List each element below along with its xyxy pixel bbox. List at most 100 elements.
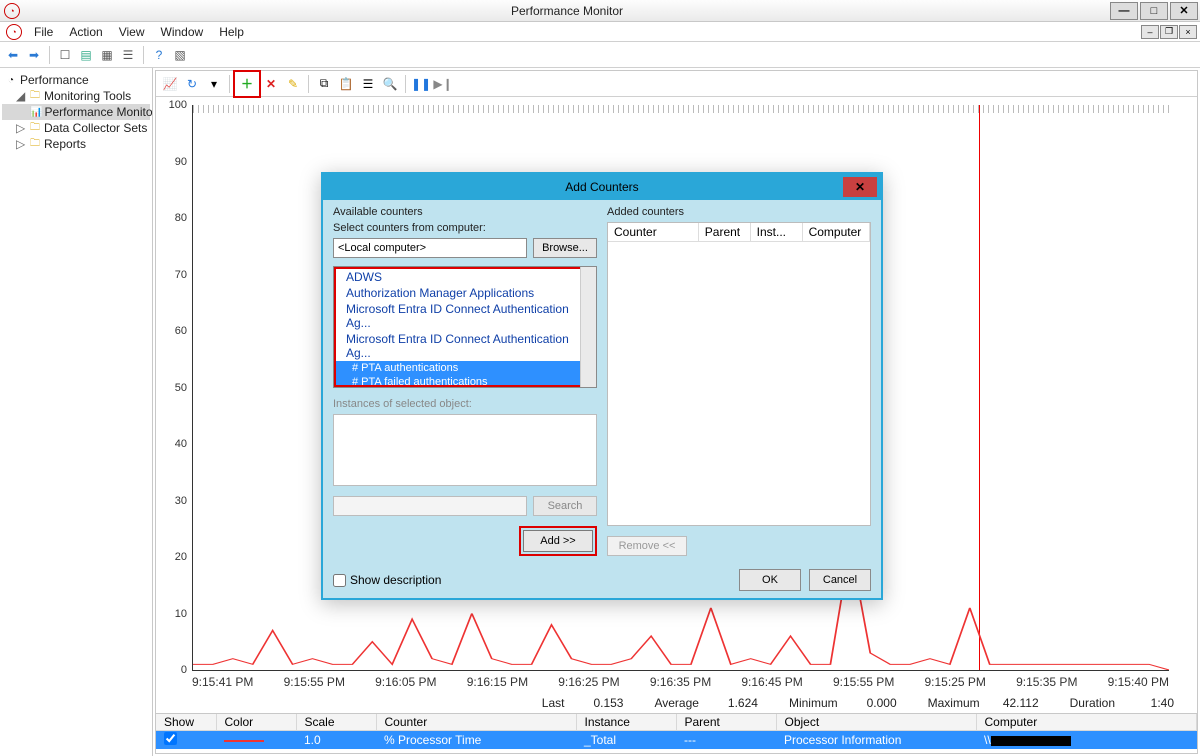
nav-back-button[interactable]: ⬅ xyxy=(4,46,22,64)
legend-counter: % Processor Time xyxy=(376,731,576,750)
added-counters-panel: Added counters Counter Parent Inst... Co… xyxy=(607,206,871,556)
tree-root-label: Performance xyxy=(20,73,89,87)
expand-icon: ▷ xyxy=(16,137,26,151)
view-histogram-button[interactable]: ↻ xyxy=(182,74,202,94)
add-button-highlight: Add >> xyxy=(519,526,597,556)
tree-data-collector-sets[interactable]: ▷🗀Data Collector Sets xyxy=(2,120,150,136)
window-close-button[interactable]: ✕ xyxy=(1170,2,1198,20)
view-report-button[interactable]: ▾ xyxy=(204,74,224,94)
copy-button[interactable]: ⧉ xyxy=(314,74,334,94)
update-button[interactable]: ▶❙ xyxy=(433,74,453,94)
menu-window[interactable]: Window xyxy=(153,23,212,41)
paste-button[interactable]: 📋 xyxy=(336,74,356,94)
counter-pta-auth[interactable]: # PTA authentications xyxy=(336,361,594,375)
chart-stats: Last0.153 Average1.624 Minimum0.000 Maxi… xyxy=(156,691,1197,713)
show-description-checkbox[interactable] xyxy=(333,574,346,587)
cancel-button[interactable]: Cancel xyxy=(809,569,871,591)
counter-cat-adws[interactable]: ADWS⌄ xyxy=(336,269,594,285)
export-button[interactable]: ▦ xyxy=(98,46,116,64)
stat-last-value: 0.153 xyxy=(570,695,630,711)
legend-row[interactable]: 1.0 % Processor Time _Total --- Processo… xyxy=(156,731,1197,750)
window-minimize-button[interactable]: — xyxy=(1110,2,1138,20)
legend-parent: --- xyxy=(676,731,776,750)
instances-listbox[interactable] xyxy=(333,414,597,486)
select-from-label: Select counters from computer: xyxy=(333,222,597,234)
window-titlebar: ◔ Performance Monitor — □ ✕ xyxy=(0,0,1200,22)
ok-button[interactable]: OK xyxy=(739,569,801,591)
view-chart-button[interactable]: 📈 xyxy=(160,74,180,94)
show-hide-tree-button[interactable]: ☐ xyxy=(56,46,74,64)
instance-search-button[interactable]: Search xyxy=(533,496,597,516)
browse-button[interactable]: Browse... xyxy=(533,238,597,258)
help-button[interactable]: ? xyxy=(150,46,168,64)
dialog-close-button[interactable]: ✕ xyxy=(843,177,877,197)
add-counters-dialog: Add Counters ✕ Available counters Select… xyxy=(321,172,883,600)
menu-bar: ◔ File Action View Window Help – ❐ × xyxy=(0,22,1200,42)
tree-label: Performance Monitor xyxy=(44,105,153,119)
refresh-button[interactable]: ▧ xyxy=(171,46,189,64)
computer-combo[interactable] xyxy=(333,238,527,258)
added-counters-list[interactable]: Counter Parent Inst... Computer xyxy=(607,222,871,526)
nav-tree[interactable]: ◔Performance ◢🗀Monitoring Tools 📊Perform… xyxy=(0,68,153,756)
menu-file[interactable]: File xyxy=(26,23,61,41)
tree-monitoring-tools[interactable]: ◢🗀Monitoring Tools xyxy=(2,88,150,104)
tree-reports[interactable]: ▷🗀Reports xyxy=(2,136,150,152)
stat-max-label: Maximum xyxy=(928,696,980,710)
instance-search-input[interactable] xyxy=(333,496,527,516)
counter-list-scrollbar[interactable] xyxy=(580,267,596,387)
menu-view[interactable]: View xyxy=(111,23,153,41)
tree-performance-monitor[interactable]: 📊Performance Monitor xyxy=(2,104,150,120)
tree-root-performance[interactable]: ◔Performance xyxy=(2,72,150,88)
counter-cat-entra-2[interactable]: Microsoft Entra ID Connect Authenticatio… xyxy=(336,331,594,361)
delete-counter-button[interactable]: ✕ xyxy=(261,74,281,94)
mdi-restore-button[interactable]: ❐ xyxy=(1160,25,1178,39)
properties-button[interactable]: ☰ xyxy=(119,46,137,64)
show-description-label: Show description xyxy=(350,573,441,587)
tree-label: Reports xyxy=(44,137,86,151)
window-maximize-button[interactable]: □ xyxy=(1140,2,1168,20)
dialog-titlebar[interactable]: Add Counters ✕ xyxy=(323,174,881,200)
add-counter-highlight: ＋ xyxy=(233,70,261,98)
stat-min-value: 0.000 xyxy=(844,695,904,711)
add-counter-button[interactable]: ＋ xyxy=(237,74,257,94)
new-window-button[interactable]: ▤ xyxy=(77,46,95,64)
stat-dur-value: 1:40 xyxy=(1121,695,1181,711)
stat-last-label: Last xyxy=(542,696,565,710)
legend-color-swatch xyxy=(224,740,264,742)
add-counter-dialog-button[interactable]: Add >> xyxy=(523,530,593,552)
properties-button-2[interactable]: ☰ xyxy=(358,74,378,94)
freeze-button[interactable]: ❚❚ xyxy=(411,74,431,94)
stat-dur-label: Duration xyxy=(1070,696,1115,710)
counter-cat-entra-1[interactable]: Microsoft Entra ID Connect Authenticatio… xyxy=(336,301,594,331)
nav-forward-button[interactable]: ➡ xyxy=(25,46,43,64)
legend-scale: 1.0 xyxy=(296,731,376,750)
dialog-title: Add Counters xyxy=(565,180,638,194)
counter-legend[interactable]: Show Color Scale Counter Instance Parent… xyxy=(156,713,1197,753)
stat-max-value: 42.112 xyxy=(986,695,1046,711)
added-header: Counter Parent Inst... Computer xyxy=(608,223,870,242)
remove-counter-button[interactable]: Remove << xyxy=(607,536,687,556)
menu-action[interactable]: Action xyxy=(61,23,110,41)
chart-toolbar: 📈 ↻ ▾ ＋ ✕ ✎ ⧉ 📋 ☰ 🔍 ❚❚ ▶❙ xyxy=(156,71,1197,97)
menu-help[interactable]: Help xyxy=(211,23,252,41)
app-icon: ◔ xyxy=(4,3,20,19)
folder-icon: 🗀 xyxy=(28,122,42,134)
zoom-button[interactable]: 🔍 xyxy=(380,74,400,94)
folder-icon: 🗀 xyxy=(28,90,42,102)
mdi-minimize-button[interactable]: – xyxy=(1141,25,1159,39)
instances-label: Instances of selected object: xyxy=(333,398,597,410)
expand-icon: ▷ xyxy=(16,121,26,135)
counter-cat-authmgr[interactable]: Authorization Manager Applications⌄ xyxy=(336,285,594,301)
legend-show-checkbox[interactable] xyxy=(164,732,177,745)
added-label: Added counters xyxy=(607,206,871,218)
counter-pta-failed[interactable]: # PTA failed authentications xyxy=(336,375,594,387)
counter-category-list[interactable]: ADWS⌄ Authorization Manager Applications… xyxy=(334,267,596,387)
app-icon-small: ◔ xyxy=(6,24,22,40)
perf-icon: ◔ xyxy=(4,74,18,86)
highlight-button[interactable]: ✎ xyxy=(283,74,303,94)
legend-object: Processor Information xyxy=(776,731,976,750)
tree-label: Monitoring Tools xyxy=(44,89,131,103)
stat-min-label: Minimum xyxy=(789,696,838,710)
show-description-check[interactable]: Show description xyxy=(333,573,441,587)
mdi-close-button[interactable]: × xyxy=(1179,25,1197,39)
